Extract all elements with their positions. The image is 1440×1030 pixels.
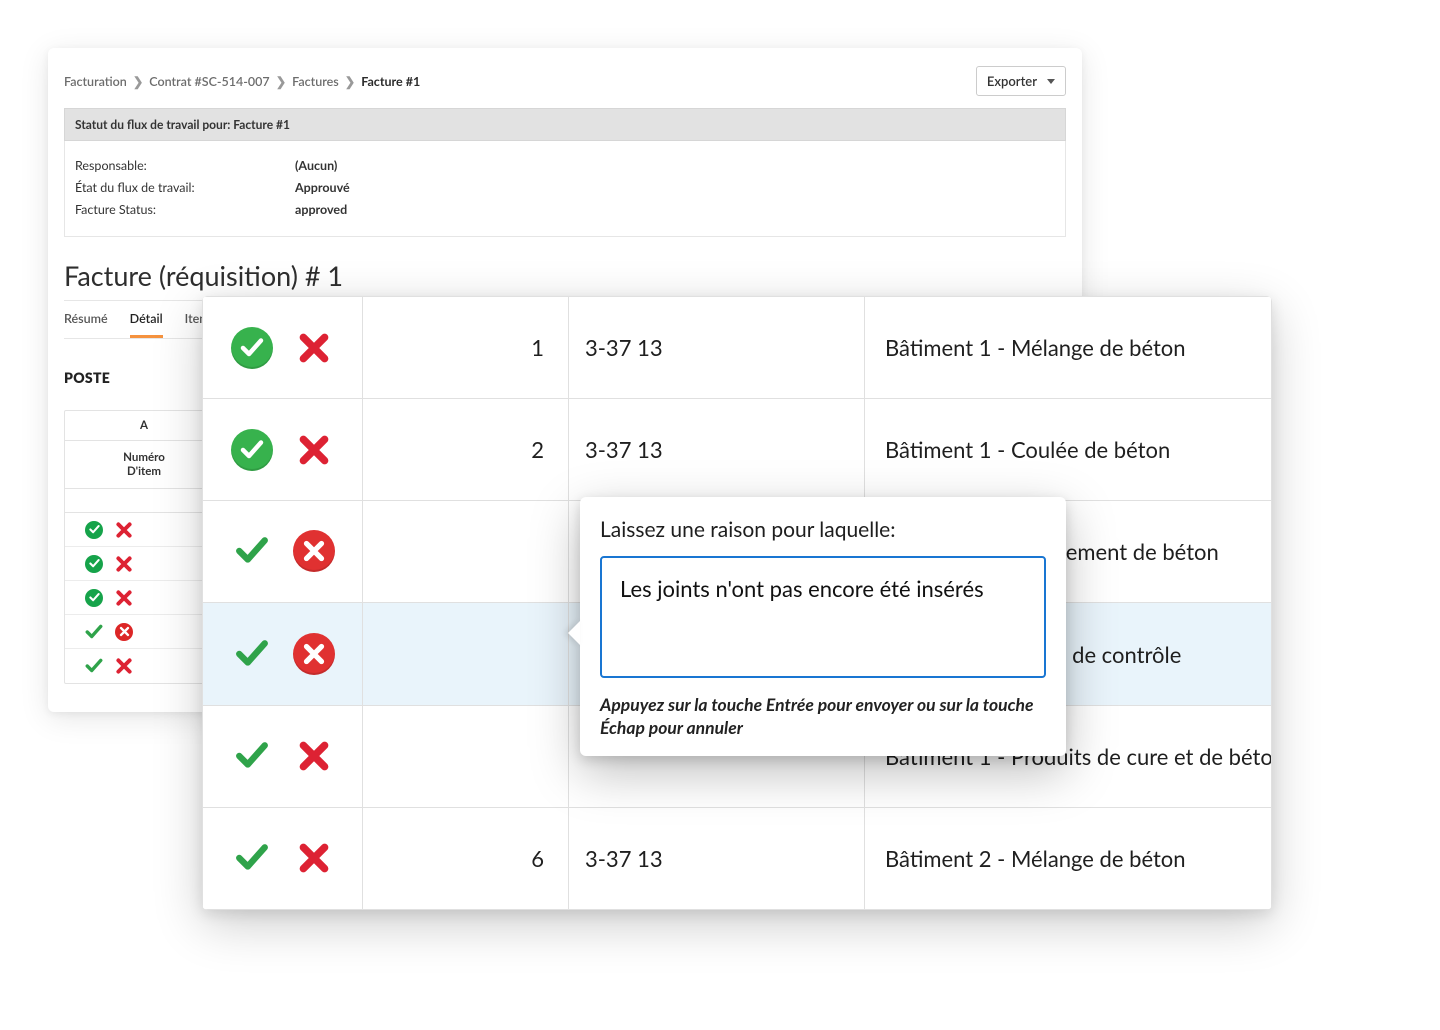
item-code: 3-37 13: [569, 297, 865, 399]
approve-button[interactable]: [231, 633, 273, 675]
item-number: [363, 705, 569, 807]
reject-icon[interactable]: [115, 623, 133, 641]
reject-icon[interactable]: [115, 657, 133, 675]
approve-button[interactable]: [231, 837, 273, 879]
approve-icon[interactable]: [85, 521, 103, 539]
table-row: 13-37 13Bâtiment 1 - Mélange de béton: [203, 297, 1272, 399]
export-button-label: Exporter: [987, 73, 1037, 89]
breadcrumb-item[interactable]: Contrat #SC-514-007: [149, 74, 269, 89]
reject-button[interactable]: [293, 327, 335, 369]
item-number: [363, 603, 569, 705]
export-button[interactable]: Exporter: [976, 66, 1066, 96]
breadcrumb-current: Facture #1: [361, 74, 420, 89]
workflow-row-value: (Aucun): [295, 158, 337, 173]
popover-hint: Appuyez sur la touche Entrée pour envoye…: [600, 694, 1046, 740]
approve-button[interactable]: [231, 530, 273, 572]
caret-down-icon: [1047, 79, 1055, 84]
approve-button[interactable]: [231, 429, 273, 471]
mini-row: [65, 547, 223, 581]
reject-button[interactable]: [293, 735, 335, 777]
mini-col-a: A: [65, 411, 223, 441]
item-number: 1: [363, 297, 569, 399]
workflow-row-label: État du flux de travail:: [75, 180, 295, 195]
page-title: Facture (réquisition) # 1: [64, 259, 1066, 292]
breadcrumb-item[interactable]: Facturation: [64, 74, 127, 89]
reject-button[interactable]: [293, 530, 335, 572]
table-row: 23-37 13Bâtiment 1 - Coulée de béton: [203, 399, 1272, 501]
item-description: Bâtiment 1 - Coulée de béton: [865, 399, 1272, 501]
item-number: 2: [363, 399, 569, 501]
approve-icon[interactable]: [85, 623, 103, 641]
reject-icon[interactable]: [115, 555, 133, 573]
reject-button[interactable]: [293, 633, 335, 675]
items-mini-table: A Numéro D'item: [64, 410, 224, 684]
item-code: 3-37 13: [569, 807, 865, 909]
mini-row: [65, 649, 223, 683]
mini-spacer: [65, 489, 223, 513]
reject-button[interactable]: [293, 837, 335, 879]
item-description: Bâtiment 2 - Mélange de béton: [865, 807, 1272, 909]
tab-detail[interactable]: Détail: [130, 301, 163, 338]
chevron-right-icon: ❯: [345, 74, 355, 89]
workflow-status-body: Responsable: (Aucun) État du flux de tra…: [64, 141, 1066, 237]
breadcrumb: Facturation ❯ Contrat #SC-514-007 ❯ Fact…: [64, 74, 420, 89]
workflow-status-header: Statut du flux de travail pour: Facture …: [64, 108, 1066, 141]
table-row: 63-37 13Bâtiment 2 - Mélange de béton: [203, 807, 1272, 909]
chevron-right-icon: ❯: [276, 74, 286, 89]
workflow-row-label: Responsable:: [75, 158, 295, 173]
mini-row: [65, 581, 223, 615]
chevron-right-icon: ❯: [133, 74, 143, 89]
breadcrumb-item[interactable]: Factures: [292, 74, 339, 89]
approve-icon[interactable]: [85, 657, 103, 675]
mini-row: [65, 513, 223, 547]
workflow-row-label: Facture Status:: [75, 202, 295, 217]
header-row: Facturation ❯ Contrat #SC-514-007 ❯ Fact…: [64, 64, 1066, 108]
approve-button[interactable]: [231, 735, 273, 777]
mini-subhead: Numéro D'item: [65, 441, 223, 489]
reject-reason-popover: Laissez une raison pour laquelle: Appuye…: [580, 497, 1066, 756]
workflow-row-value: Approuvé: [295, 180, 350, 195]
reject-reason-input[interactable]: [600, 556, 1046, 678]
approve-icon[interactable]: [85, 555, 103, 573]
popover-title: Laissez une raison pour laquelle:: [600, 517, 1046, 542]
approve-button[interactable]: [231, 327, 273, 369]
item-number: [363, 501, 569, 603]
item-description: Bâtiment 1 - Mélange de béton: [865, 297, 1272, 399]
tab-resume[interactable]: Résumé: [64, 301, 108, 338]
approve-icon[interactable]: [85, 589, 103, 607]
item-number: 6: [363, 807, 569, 909]
reject-icon[interactable]: [115, 589, 133, 607]
reject-icon[interactable]: [115, 521, 133, 539]
mini-row: [65, 615, 223, 649]
items-overlay-panel: 13-37 13Bâtiment 1 - Mélange de béton23-…: [202, 296, 1272, 910]
item-code: 3-37 13: [569, 399, 865, 501]
reject-button[interactable]: [293, 429, 335, 471]
workflow-row-value: approved: [295, 202, 347, 217]
